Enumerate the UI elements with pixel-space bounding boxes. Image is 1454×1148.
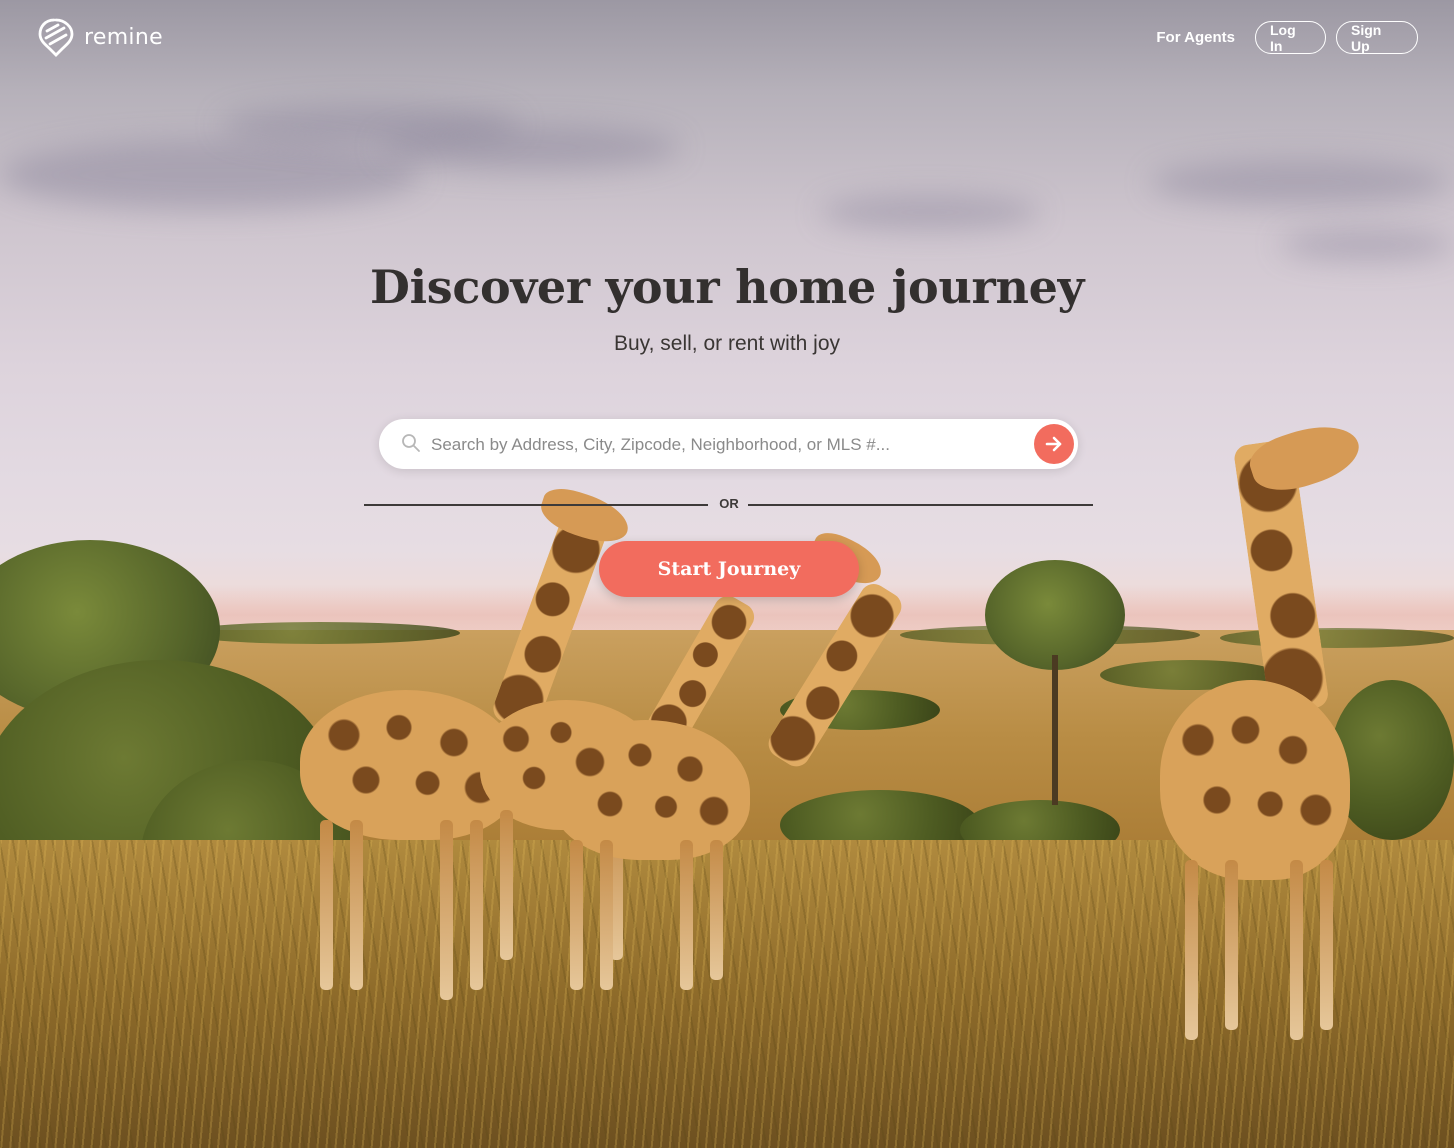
header-nav: For Agents Log In Sign Up: [1156, 21, 1418, 54]
search-bar: [379, 419, 1078, 471]
landing-page: remine For Agents Log In Sign Up Discove…: [0, 0, 1454, 1148]
search-icon: [402, 434, 420, 452]
start-journey-button[interactable]: Start Journey: [599, 541, 859, 597]
hero-title: Discover your home journey: [369, 260, 1085, 314]
arrow-right-icon: [1045, 436, 1062, 452]
brand-name: remine: [84, 24, 163, 50]
for-agents-link[interactable]: For Agents: [1156, 29, 1235, 46]
login-button[interactable]: Log In: [1255, 21, 1326, 54]
divider-line-left: [364, 504, 708, 506]
divider-text: OR: [719, 496, 739, 511]
signup-button[interactable]: Sign Up: [1336, 21, 1418, 54]
site-header: remine For Agents Log In Sign Up: [0, 0, 1454, 76]
hero-subtitle: Buy, sell, or rent with joy: [613, 332, 841, 355]
or-divider: OR: [364, 496, 1093, 514]
brand-logo[interactable]: remine: [38, 17, 163, 57]
search-input[interactable]: [429, 419, 1003, 471]
remine-logo-icon: [38, 18, 74, 57]
divider-line-right: [748, 504, 1093, 506]
hero-section: Discover your home journey Buy, sell, or…: [0, 260, 1454, 356]
search-submit-button[interactable]: [1034, 424, 1074, 464]
